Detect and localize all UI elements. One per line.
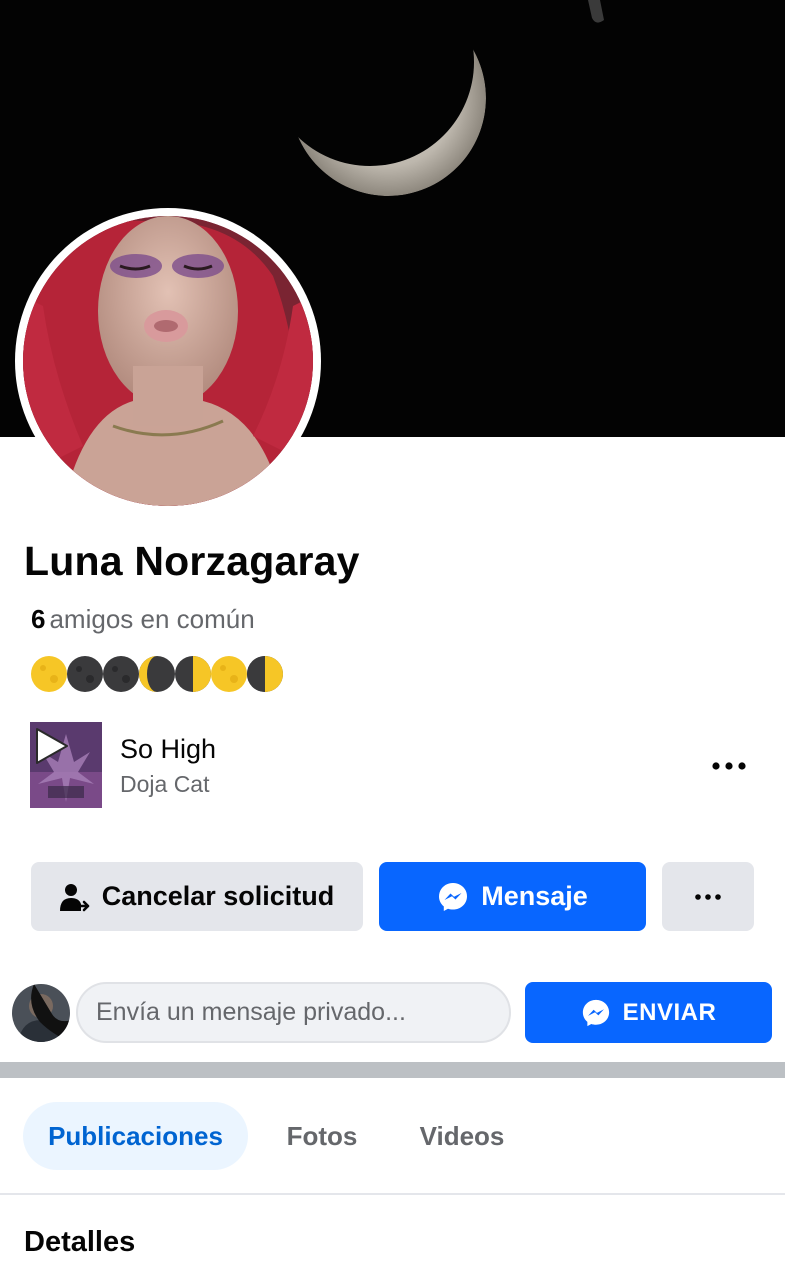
send-button[interactable]: ENVIAR xyxy=(525,982,772,1043)
profile-tabs: Publicaciones Fotos Videos xyxy=(0,1102,785,1172)
mutual-label: amigos en común xyxy=(49,604,255,634)
cancel-request-label: Cancelar solicitud xyxy=(101,881,335,911)
song-title: So High xyxy=(120,734,217,764)
more-options-button[interactable] xyxy=(662,862,754,931)
send-label: ENVIAR xyxy=(622,998,717,1026)
new-moon-icon xyxy=(139,656,175,692)
messenger-icon xyxy=(437,881,469,913)
tabs-separator xyxy=(0,1193,785,1195)
mutual-count: 6 xyxy=(31,604,46,634)
profile-photo xyxy=(23,216,313,506)
last-quarter-moon-icon xyxy=(247,656,283,692)
tab-videos[interactable]: Videos xyxy=(396,1102,528,1170)
new-moon-icon xyxy=(103,656,139,692)
mutual-friends[interactable]: 6 amigos en común xyxy=(31,604,255,635)
play-icon xyxy=(36,728,68,764)
person-cancel-icon xyxy=(59,882,90,912)
message-button[interactable]: Mensaje xyxy=(379,862,646,931)
full-moon-icon xyxy=(211,656,247,692)
messenger-icon xyxy=(581,998,611,1028)
album-cover[interactable] xyxy=(30,722,102,808)
profile-name: Luna Norzagaray xyxy=(24,538,360,584)
profile-avatar[interactable] xyxy=(23,216,313,506)
song-artist: Doja Cat xyxy=(120,771,210,797)
new-moon-icon xyxy=(67,656,103,692)
dots-graphic xyxy=(712,762,746,770)
private-message-input[interactable] xyxy=(76,982,511,1043)
profile-song[interactable]: So High Doja Cat xyxy=(30,722,755,810)
cancel-request-button[interactable]: Cancelar solicitud xyxy=(31,862,363,931)
tab-fotos[interactable]: Fotos xyxy=(262,1102,382,1170)
more-horizontal-icon xyxy=(695,893,721,900)
details-heading: Detalles xyxy=(24,1226,136,1258)
full-moon-icon xyxy=(31,656,67,692)
message-label: Mensaje xyxy=(481,881,588,911)
avatar-image xyxy=(12,984,70,1042)
first-quarter-moon-icon xyxy=(175,656,211,692)
my-avatar[interactable] xyxy=(12,984,70,1042)
status-emojis xyxy=(30,655,283,693)
more-horizontal-icon[interactable] xyxy=(709,752,749,780)
tab-publicaciones[interactable]: Publicaciones xyxy=(23,1102,248,1170)
section-divider xyxy=(0,1062,785,1078)
